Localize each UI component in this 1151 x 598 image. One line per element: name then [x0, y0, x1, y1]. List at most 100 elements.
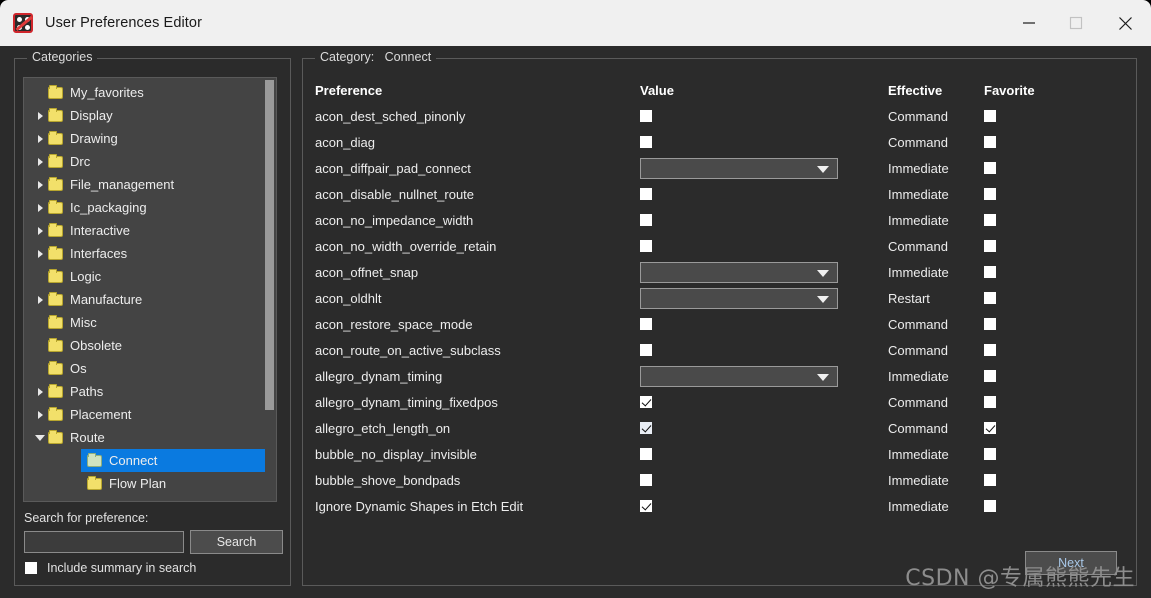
favorite-checkbox[interactable] — [984, 214, 996, 226]
favorite-checkbox[interactable] — [984, 422, 996, 434]
preference-name: acon_offnet_snap — [315, 264, 419, 280]
sidebar-item-route[interactable]: Route — [24, 426, 268, 449]
chevron-right-icon[interactable] — [32, 249, 48, 258]
value-checkbox[interactable] — [640, 318, 652, 330]
value-dropdown[interactable] — [640, 261, 838, 283]
sidebar-item-drawing[interactable]: Drawing — [24, 127, 268, 150]
chevron-right-icon[interactable] — [32, 410, 48, 419]
category-group: Category: Connect Preference Value Effec… — [302, 50, 1137, 586]
value-checkbox[interactable] — [640, 448, 652, 460]
table-row: acon_dest_sched_pinonly Command — [315, 103, 1125, 129]
search-input[interactable] — [24, 531, 184, 553]
sidebar-item-paths[interactable]: Paths — [24, 380, 268, 403]
tree-scrollbar-thumb[interactable] — [265, 80, 274, 410]
chevron-right-icon[interactable] — [32, 134, 48, 143]
chevron-right-icon[interactable] — [32, 111, 48, 120]
value-checkbox[interactable] — [640, 396, 652, 408]
preference-value-cell — [640, 188, 888, 200]
effective-value: Immediate — [888, 186, 949, 202]
value-dropdown[interactable] — [640, 157, 838, 179]
sidebar-item-my-favorites[interactable]: My_favorites — [24, 81, 268, 104]
favorite-checkbox[interactable] — [984, 500, 996, 512]
sidebar-item-label: File_management — [70, 177, 175, 192]
value-checkbox[interactable] — [640, 500, 652, 512]
value-checkbox[interactable] — [640, 110, 652, 122]
sidebar-item-label: Route — [70, 430, 105, 445]
favorite-cell — [984, 344, 1064, 356]
allegro-app-icon — [13, 13, 33, 33]
favorite-checkbox[interactable] — [984, 240, 996, 252]
favorite-checkbox[interactable] — [984, 188, 996, 200]
close-icon — [1118, 16, 1132, 30]
sidebar-item-interactive[interactable]: Interactive — [24, 219, 268, 242]
header-preference: Preference — [315, 82, 383, 98]
sidebar-item-label: Drawing — [70, 131, 118, 146]
sidebar-item-display[interactable]: Display — [24, 104, 268, 127]
folder-icon — [48, 176, 63, 191]
sidebar-item-obsolete[interactable]: Obsolete — [24, 334, 268, 357]
chevron-right-icon[interactable] — [32, 180, 48, 189]
value-dropdown[interactable] — [640, 287, 838, 309]
chevron-down-icon[interactable] — [32, 434, 48, 441]
chevron-right-icon[interactable] — [32, 203, 48, 212]
preference-name: allegro_etch_length_on — [315, 420, 451, 436]
favorite-checkbox[interactable] — [984, 344, 996, 356]
sidebar-item-logic[interactable]: Logic — [24, 265, 268, 288]
sidebar-item-interfaces[interactable]: Interfaces — [24, 242, 268, 265]
sidebar-item-drc[interactable]: Drc — [24, 150, 268, 173]
categories-group: Categories My_favorites Display Drawing Drc… — [14, 50, 291, 586]
table-row: acon_oldhlt Restart — [315, 285, 1125, 311]
value-checkbox[interactable] — [640, 422, 652, 434]
chevron-right-icon[interactable] — [32, 295, 48, 304]
preference-value-cell — [640, 500, 888, 512]
sidebar-item-placement[interactable]: Placement — [24, 403, 268, 426]
favorite-checkbox[interactable] — [984, 162, 996, 174]
favorite-checkbox[interactable] — [984, 318, 996, 330]
favorite-checkbox[interactable] — [984, 474, 996, 486]
value-checkbox[interactable] — [640, 214, 652, 226]
preference-value-cell — [640, 136, 888, 148]
chevron-right-icon[interactable] — [32, 226, 48, 235]
favorite-cell — [984, 500, 1064, 512]
favorite-checkbox[interactable] — [984, 266, 996, 278]
folder-icon — [87, 452, 102, 467]
value-checkbox[interactable] — [640, 474, 652, 486]
value-checkbox[interactable] — [640, 136, 652, 148]
maximize-button[interactable] — [1052, 0, 1099, 46]
include-summary-row[interactable]: Include summary in search — [25, 561, 196, 575]
effective-value: Immediate — [888, 160, 949, 176]
value-checkbox[interactable] — [640, 188, 652, 200]
favorite-checkbox[interactable] — [984, 370, 996, 382]
include-summary-label: Include summary in search — [47, 561, 197, 575]
sidebar-item-flow-plan[interactable]: Flow Plan — [24, 472, 268, 495]
tree-scrollbar[interactable] — [265, 80, 274, 499]
favorite-checkbox[interactable] — [984, 110, 996, 122]
close-button[interactable] — [1099, 0, 1151, 46]
sidebar-item-manufacture[interactable]: Manufacture — [24, 288, 268, 311]
table-row: bubble_no_display_invisible Immediate — [315, 441, 1125, 467]
preference-name: allegro_dynam_timing_fixedpos — [315, 394, 498, 410]
include-summary-checkbox[interactable] — [25, 562, 37, 574]
sidebar-item-ic-packaging[interactable]: Ic_packaging — [24, 196, 268, 219]
categories-tree[interactable]: My_favorites Display Drawing Drc File_manage… — [23, 77, 277, 502]
favorite-checkbox[interactable] — [984, 292, 996, 304]
sidebar-item-file-management[interactable]: File_management — [24, 173, 268, 196]
chevron-right-icon[interactable] — [32, 387, 48, 396]
value-checkbox[interactable] — [640, 240, 652, 252]
table-header-row: Preference Value Effective Favorite — [315, 77, 1125, 103]
search-button[interactable]: Search — [190, 530, 283, 554]
favorite-checkbox[interactable] — [984, 136, 996, 148]
preference-value-cell — [640, 214, 888, 226]
sidebar-item-misc[interactable]: Misc — [24, 311, 268, 334]
favorite-checkbox[interactable] — [984, 396, 996, 408]
sidebar-item-os[interactable]: Os — [24, 357, 268, 380]
favorite-cell — [984, 422, 1064, 434]
preference-value-cell — [640, 396, 888, 408]
value-dropdown[interactable] — [640, 365, 838, 387]
favorite-checkbox[interactable] — [984, 448, 996, 460]
preference-name: acon_diag — [315, 134, 375, 150]
minimize-button[interactable] — [1005, 0, 1052, 46]
sidebar-item-connect[interactable]: Connect — [81, 449, 266, 472]
chevron-right-icon[interactable] — [32, 157, 48, 166]
value-checkbox[interactable] — [640, 344, 652, 356]
